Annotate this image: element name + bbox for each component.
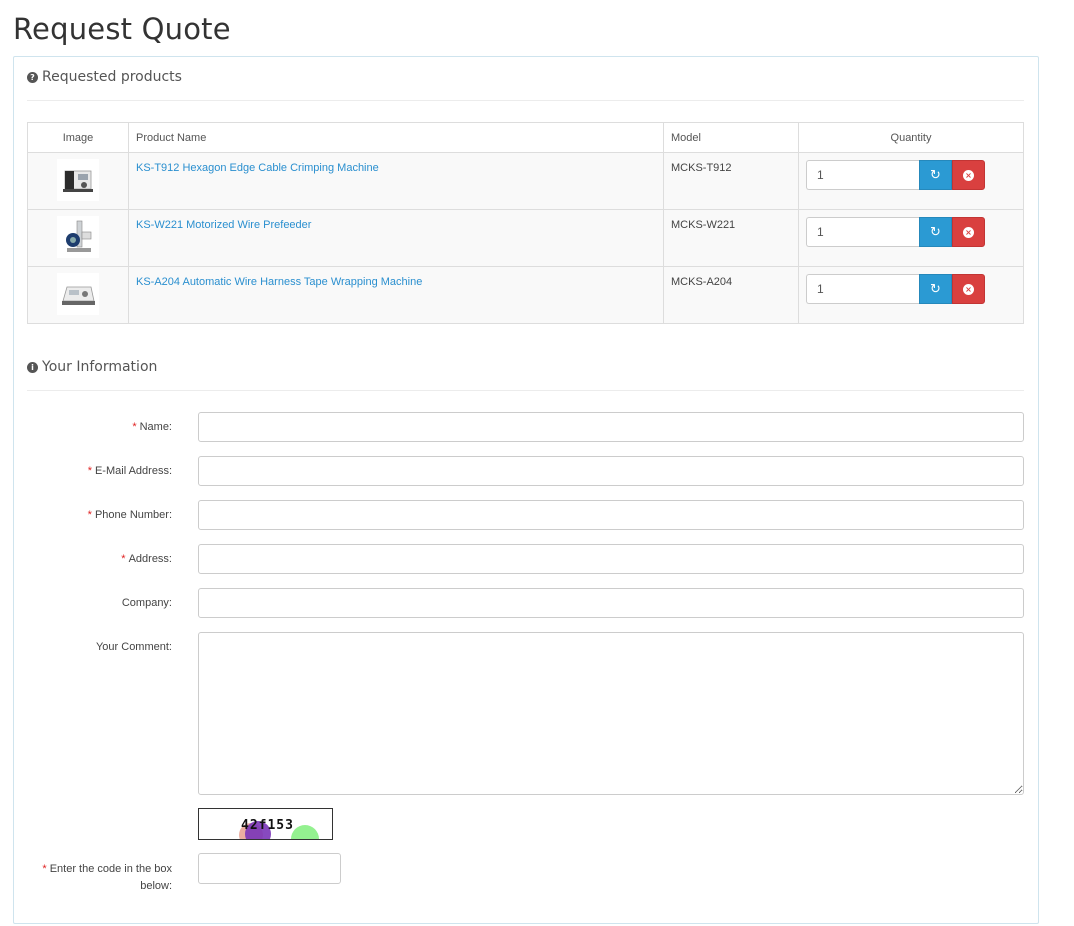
- column-header-product-name: Product Name: [128, 122, 664, 153]
- name-label: * Name:: [12, 419, 172, 436]
- quantity-input[interactable]: [806, 160, 919, 190]
- product-thumbnail[interactable]: [57, 273, 99, 315]
- email-label-text: E-Mail Address:: [94, 465, 172, 477]
- quantity-group: ↻ ×: [806, 274, 1016, 304]
- captcha-label: * Enter the code in the box below:: [27, 861, 172, 895]
- address-label-text: Address:: [128, 553, 172, 565]
- your-information-title: Your Information: [42, 359, 158, 375]
- product-link[interactable]: KS-T912 Hexagon Edge Cable Crimping Mach…: [136, 162, 379, 174]
- company-input[interactable]: [198, 588, 1024, 618]
- captcha-image: 42f153: [198, 808, 333, 840]
- page-title: Request Quote: [13, 12, 231, 46]
- captcha-label-line2: below:: [140, 880, 172, 892]
- table-row: KS-A204 Automatic Wire Harness Tape Wrap…: [27, 266, 1024, 324]
- remove-product-button[interactable]: ×: [952, 160, 985, 190]
- quote-panel: ? Requested products Image Product Name …: [13, 56, 1039, 924]
- product-model: MCKS-T912: [663, 152, 799, 210]
- remove-icon: ×: [963, 226, 974, 238]
- required-mark: *: [132, 421, 137, 433]
- update-quantity-button[interactable]: ↻: [919, 274, 952, 304]
- captcha-noise: [291, 825, 319, 839]
- requested-products-heading: ? Requested products: [27, 69, 1024, 101]
- table-row: KS-W221 Motorized Wire Prefeeder MCKS-W2…: [27, 209, 1024, 267]
- product-quantity-cell: ↻ ×: [798, 266, 1024, 324]
- quantity-group: ↻ ×: [806, 160, 1016, 190]
- product-thumbnail[interactable]: [57, 216, 99, 258]
- info-circle-icon: i: [27, 361, 38, 373]
- your-information-heading: i Your Information: [27, 359, 1024, 391]
- phone-input[interactable]: [198, 500, 1024, 530]
- products-table: Image Product Name Model Quantity KS-T91…: [27, 122, 1024, 324]
- product-image-cell: [27, 266, 129, 324]
- company-label: Company:: [121, 597, 172, 609]
- refresh-icon: ↻: [930, 224, 941, 240]
- column-header-quantity: Quantity: [798, 122, 1024, 153]
- address-input[interactable]: [198, 544, 1024, 574]
- captcha-input[interactable]: [198, 853, 341, 884]
- table-row: KS-T912 Hexagon Edge Cable Crimping Mach…: [27, 152, 1024, 210]
- update-quantity-button[interactable]: ↻: [919, 160, 952, 190]
- update-quantity-button[interactable]: ↻: [919, 217, 952, 247]
- address-label: * Address:: [12, 551, 172, 568]
- product-link[interactable]: KS-A204 Automatic Wire Harness Tape Wrap…: [136, 276, 422, 288]
- refresh-icon: ↻: [930, 167, 941, 183]
- refresh-icon: ↻: [930, 281, 941, 297]
- remove-icon: ×: [963, 169, 974, 181]
- required-mark: *: [121, 553, 126, 565]
- product-quantity-cell: ↻ ×: [798, 152, 1024, 210]
- quantity-input[interactable]: [806, 217, 919, 247]
- product-model: MCKS-A204: [663, 266, 799, 324]
- product-model: MCKS-W221: [663, 209, 799, 267]
- comment-textarea[interactable]: [198, 632, 1024, 795]
- name-input[interactable]: [198, 412, 1024, 442]
- quantity-input[interactable]: [806, 274, 919, 304]
- product-link[interactable]: KS-W221 Motorized Wire Prefeeder: [136, 219, 311, 231]
- product-image-cell: [27, 152, 129, 210]
- required-mark: *: [87, 509, 92, 521]
- required-mark: *: [42, 863, 47, 875]
- name-label-text: Name:: [139, 421, 172, 433]
- email-label: * E-Mail Address:: [12, 463, 172, 480]
- phone-label-text: Phone Number:: [94, 509, 172, 521]
- captcha-label-line1: Enter the code in the box: [49, 863, 172, 875]
- column-header-model: Model: [663, 122, 799, 153]
- requested-products-title: Requested products: [42, 69, 182, 85]
- comment-label: Your Comment:: [95, 641, 172, 653]
- question-circle-icon: ?: [27, 71, 38, 83]
- column-header-image: Image: [27, 122, 129, 153]
- email-input[interactable]: [198, 456, 1024, 486]
- product-thumbnail[interactable]: [57, 159, 99, 201]
- product-name-cell: KS-W221 Motorized Wire Prefeeder: [128, 209, 664, 267]
- remove-icon: ×: [963, 283, 974, 295]
- product-quantity-cell: ↻ ×: [798, 209, 1024, 267]
- remove-product-button[interactable]: ×: [952, 217, 985, 247]
- captcha-code: 42f153: [241, 818, 294, 833]
- product-name-cell: KS-T912 Hexagon Edge Cable Crimping Mach…: [128, 152, 664, 210]
- product-image-cell: [27, 209, 129, 267]
- phone-label: * Phone Number:: [12, 507, 172, 524]
- required-mark: *: [87, 465, 92, 477]
- remove-product-button[interactable]: ×: [952, 274, 985, 304]
- quantity-group: ↻ ×: [806, 217, 1016, 247]
- product-name-cell: KS-A204 Automatic Wire Harness Tape Wrap…: [128, 266, 664, 324]
